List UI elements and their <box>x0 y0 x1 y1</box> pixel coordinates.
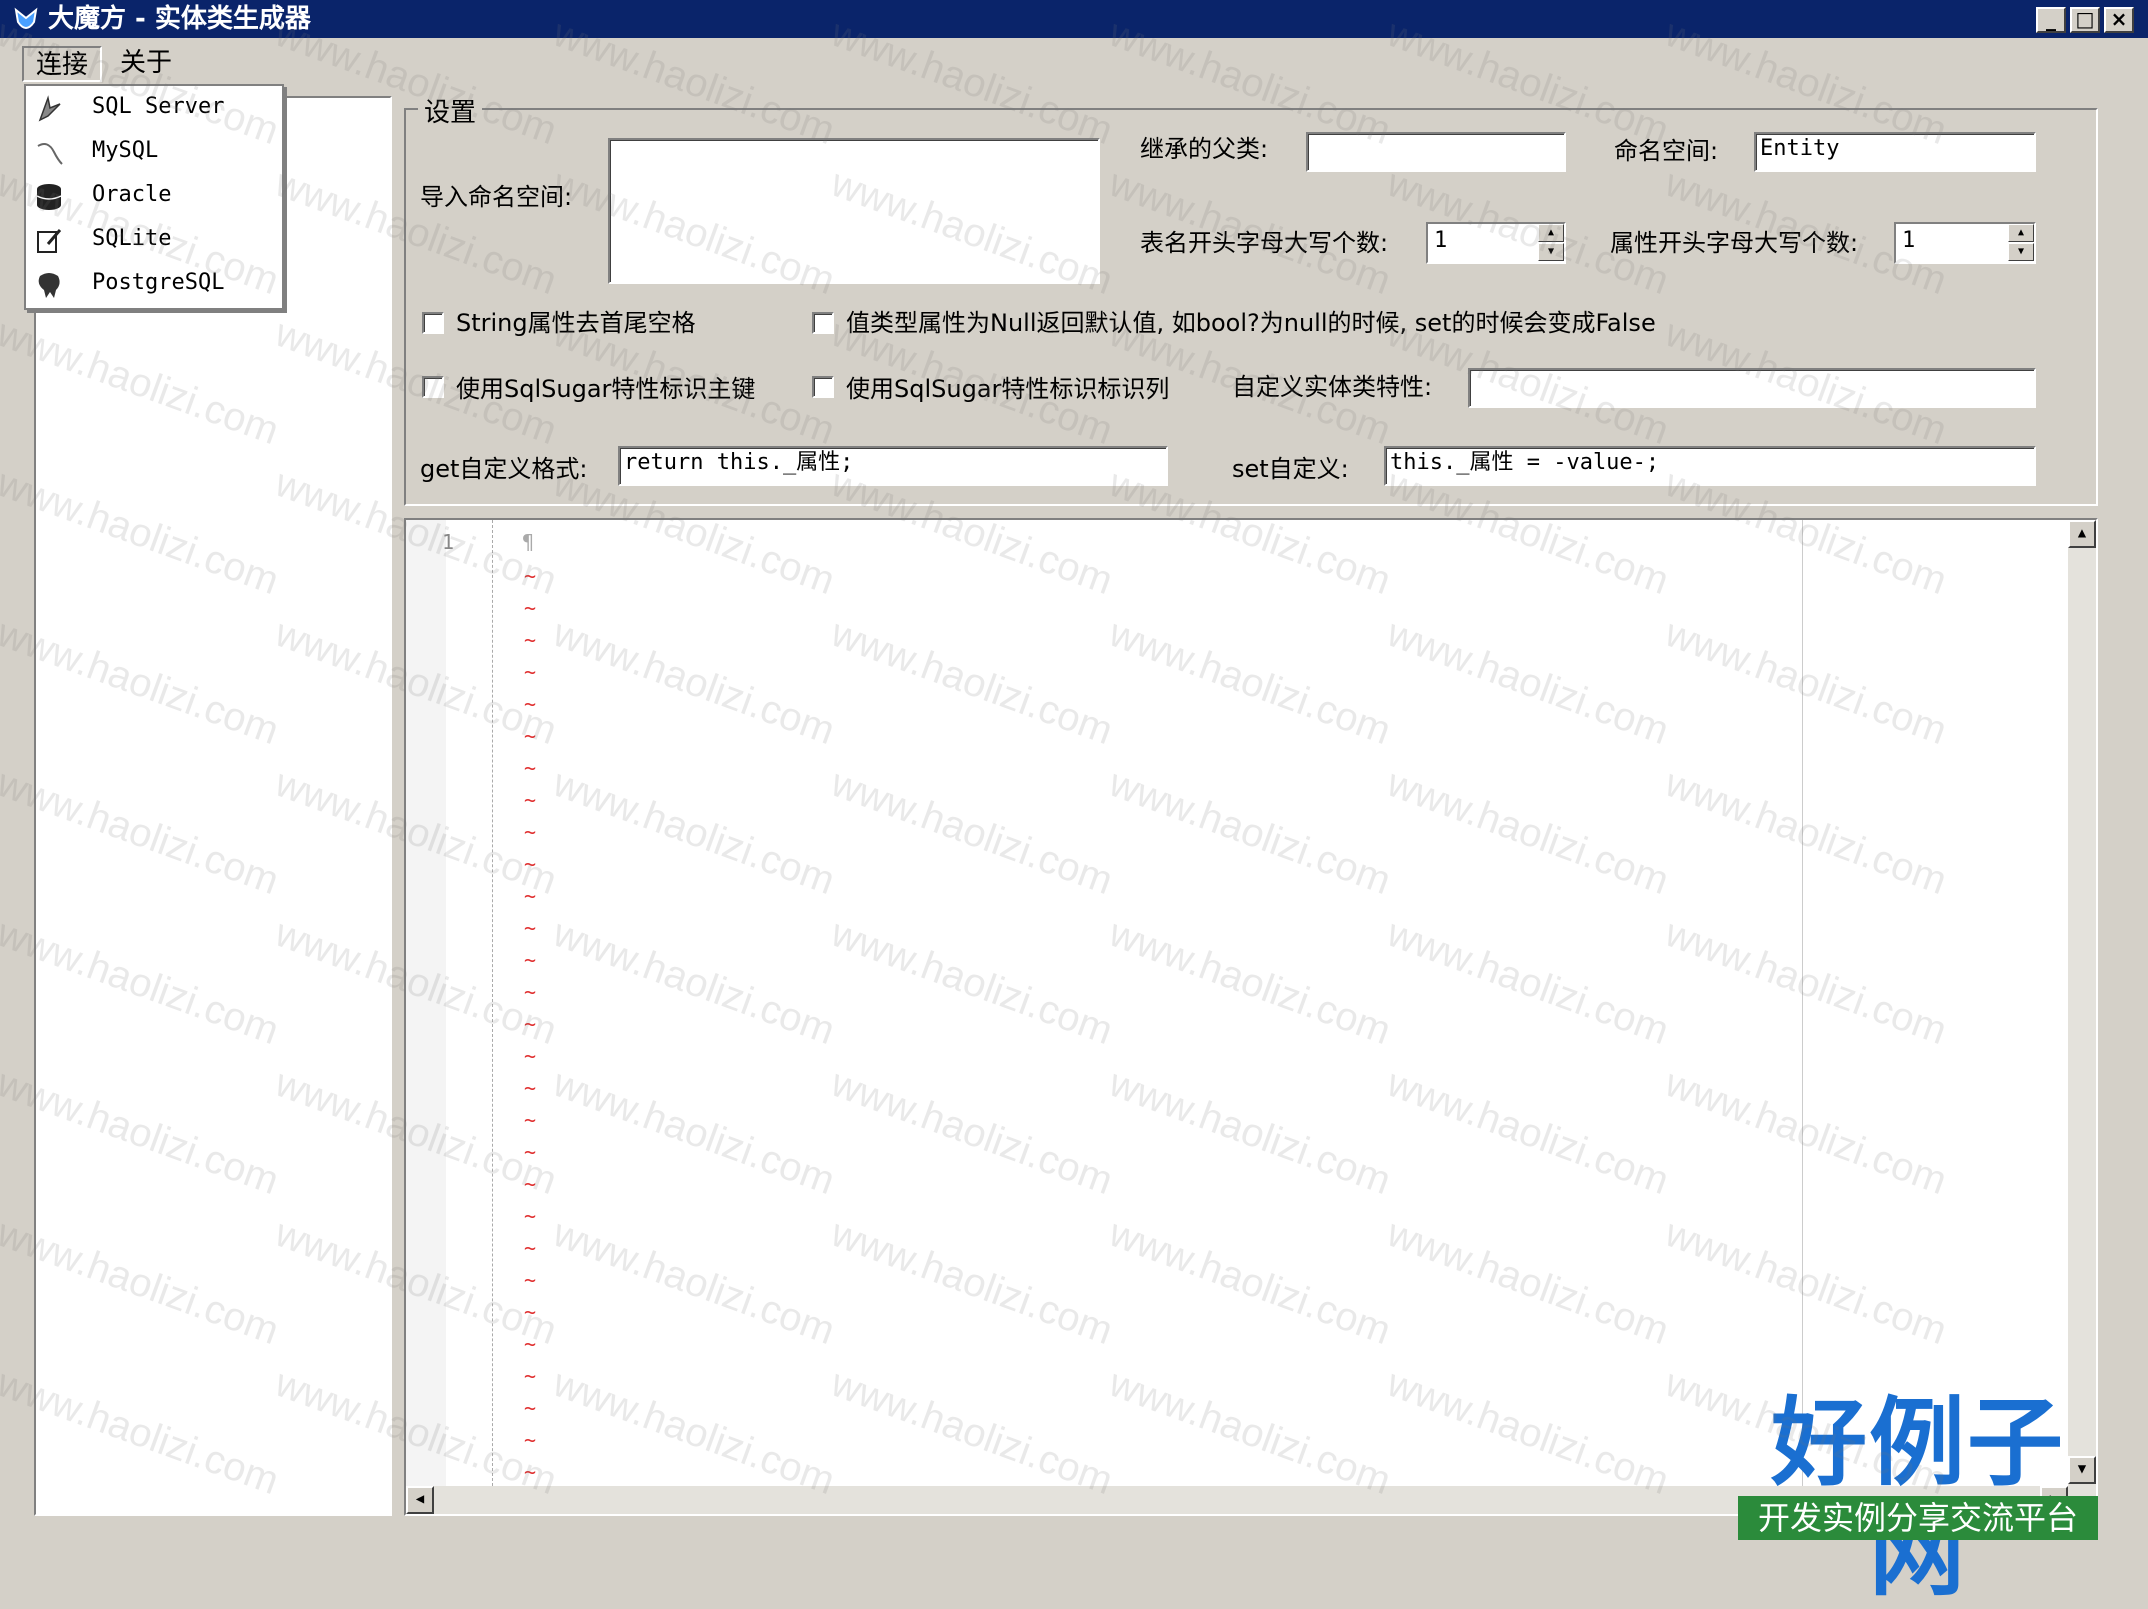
menu-item-oracle[interactable]: Oracle <box>26 174 282 218</box>
window-title: 大魔方 - 实体类生成器 <box>48 4 311 34</box>
empty-line-marker: ~ <box>524 724 537 748</box>
menu-item-label: MySQL <box>92 138 159 163</box>
minimize-button[interactable]: _ <box>2036 7 2066 33</box>
sqlsugar-primary-key-label: 使用SqlSugar特性标识主键 <box>456 375 756 403</box>
code-editor[interactable]: 1 ¶ ~ ~ ~ ~ ~ ~ ~ ~ ~ ~ ~ ~ ~ ~ ~ ~ ~ ~ ~ ~ ~ ~ ~ ~ ~ ~ ~ ~ ~ ▲ ▼ ◀ … <box>404 518 2098 1516</box>
empty-line-marker: ~ <box>524 1076 537 1100</box>
empty-line-marker: ~ <box>524 1396 537 1420</box>
scroll-up-button[interactable]: ▲ <box>2068 520 2096 548</box>
empty-line-marker: ~ <box>524 1332 537 1356</box>
sqlserver-icon <box>34 94 64 124</box>
empty-line-marker: ~ <box>524 1172 537 1196</box>
trim-string-label: String属性去首尾空格 <box>456 309 696 337</box>
table-uppercase-count-label: 表名开头字母大写个数: <box>1140 229 1389 257</box>
line-number: 1 <box>442 530 455 554</box>
sqlsugar-identity-label: 使用SqlSugar特性标识标识列 <box>846 375 1170 403</box>
empty-line-marker: ~ <box>524 852 537 876</box>
oracle-icon <box>34 182 64 212</box>
end-of-line-marker: ¶ <box>522 530 535 554</box>
empty-line-marker: ~ <box>524 1108 537 1132</box>
parent-class-label: 继承的父类: <box>1140 135 1269 163</box>
menu-item-label: PostgreSQL <box>92 270 225 295</box>
property-uppercase-count-value: 1 <box>1902 228 1916 253</box>
watermark-logo-subtitle: 开发实例分享交流平台 <box>1738 1496 2098 1540</box>
empty-line-marker: ~ <box>524 692 537 716</box>
parent-class-input[interactable] <box>1306 132 1566 172</box>
sqlsugar-identity-checkbox[interactable] <box>812 376 834 398</box>
empty-line-marker: ~ <box>524 916 537 940</box>
edge-guide-line <box>1802 520 1803 1496</box>
empty-line-marker: ~ <box>524 1044 537 1068</box>
namespace-label: 命名空间: <box>1614 137 1719 165</box>
trim-string-checkbox[interactable] <box>422 312 444 334</box>
import-namespace-label: 导入命名空间: <box>420 183 573 211</box>
empty-line-marker: ~ <box>524 628 537 652</box>
empty-line-marker: ~ <box>524 596 537 620</box>
nullable-default-label: 值类型属性为Null返回默认值, 如bool?为null的时候, set的时候会… <box>846 309 1656 337</box>
namespace-input[interactable]: Entity <box>1754 132 2036 172</box>
property-uppercase-count-spinner[interactable]: 1 ▲ ▼ <box>1894 222 2036 264</box>
postgresql-icon <box>34 270 64 300</box>
empty-line-marker: ~ <box>524 1364 537 1388</box>
menu-item-sqlserver[interactable]: SQL Server <box>26 86 282 130</box>
nullable-default-checkbox[interactable] <box>812 312 834 334</box>
empty-line-marker: ~ <box>524 1140 537 1164</box>
settings-group-title: 设置 <box>418 92 483 129</box>
empty-line-marker: ~ <box>524 1204 537 1228</box>
menu-item-sqlite[interactable]: SQLite <box>26 218 282 262</box>
empty-line-marker: ~ <box>524 788 537 812</box>
custom-entity-attribute-label: 自定义实体类特性: <box>1232 373 1433 401</box>
mysql-icon <box>34 138 64 168</box>
table-uppercase-count-spinner[interactable]: 1 ▲ ▼ <box>1426 222 1566 264</box>
empty-line-marker: ~ <box>524 820 537 844</box>
empty-line-marker: ~ <box>524 756 537 780</box>
spin-up-button[interactable]: ▲ <box>2008 224 2034 242</box>
menu-item-label: SQL Server <box>92 94 225 119</box>
connect-dropdown: SQL Server MySQL Oracle SQLite PostgreSQ… <box>24 84 284 310</box>
line-number-gutter <box>406 520 446 1496</box>
menu-item-mysql[interactable]: MySQL <box>26 130 282 174</box>
empty-line-marker: ~ <box>524 948 537 972</box>
empty-line-marker: ~ <box>524 564 537 588</box>
empty-line-marker: ~ <box>524 1300 537 1324</box>
menu-connect[interactable]: 连接 <box>22 46 103 82</box>
import-namespace-input[interactable] <box>608 138 1100 284</box>
spin-down-button[interactable]: ▼ <box>2008 243 2034 261</box>
menu-item-label: Oracle <box>92 182 172 207</box>
close-button[interactable]: × <box>2104 7 2134 33</box>
custom-entity-attribute-input[interactable] <box>1468 368 2036 408</box>
title-bar: 大魔方 - 实体类生成器 _ □ × <box>0 0 2148 38</box>
empty-line-marker: ~ <box>524 1428 537 1452</box>
spin-down-button[interactable]: ▼ <box>1538 243 1564 261</box>
vertical-scrollbar[interactable]: ▲ ▼ <box>2068 520 2096 1496</box>
empty-line-marker: ~ <box>524 1236 537 1260</box>
get-format-input[interactable]: return this._属性; <box>618 446 1168 486</box>
spin-up-button[interactable]: ▲ <box>1538 224 1564 242</box>
empty-line-marker: ~ <box>524 980 537 1004</box>
empty-line-marker: ~ <box>524 1460 537 1484</box>
get-format-label: get自定义格式: <box>420 455 588 483</box>
app-icon <box>12 6 40 34</box>
menu-about[interactable]: 关于 <box>108 46 184 82</box>
set-format-input[interactable]: this._属性 = -value-; <box>1384 446 2036 486</box>
scroll-left-button[interactable]: ◀ <box>406 1486 434 1514</box>
menu-bar: 连接 关于 <box>0 38 2148 84</box>
menu-item-label: SQLite <box>92 226 172 251</box>
fold-margin <box>492 520 493 1496</box>
empty-line-marker: ~ <box>524 1268 537 1292</box>
empty-line-marker: ~ <box>524 1012 537 1036</box>
set-format-label: set自定义: <box>1232 455 1349 483</box>
table-uppercase-count-value: 1 <box>1434 228 1448 253</box>
empty-line-marker: ~ <box>524 884 537 908</box>
maximize-button[interactable]: □ <box>2070 7 2100 33</box>
sqlite-icon <box>34 226 64 256</box>
property-uppercase-count-label: 属性开头字母大写个数: <box>1610 229 1859 257</box>
menu-item-postgresql[interactable]: PostgreSQL <box>26 262 282 306</box>
sqlsugar-primary-key-checkbox[interactable] <box>422 376 444 398</box>
watermark-logo: 好例子网 开发实例分享交流平台 <box>1738 1388 2098 1608</box>
empty-line-marker: ~ <box>524 660 537 684</box>
